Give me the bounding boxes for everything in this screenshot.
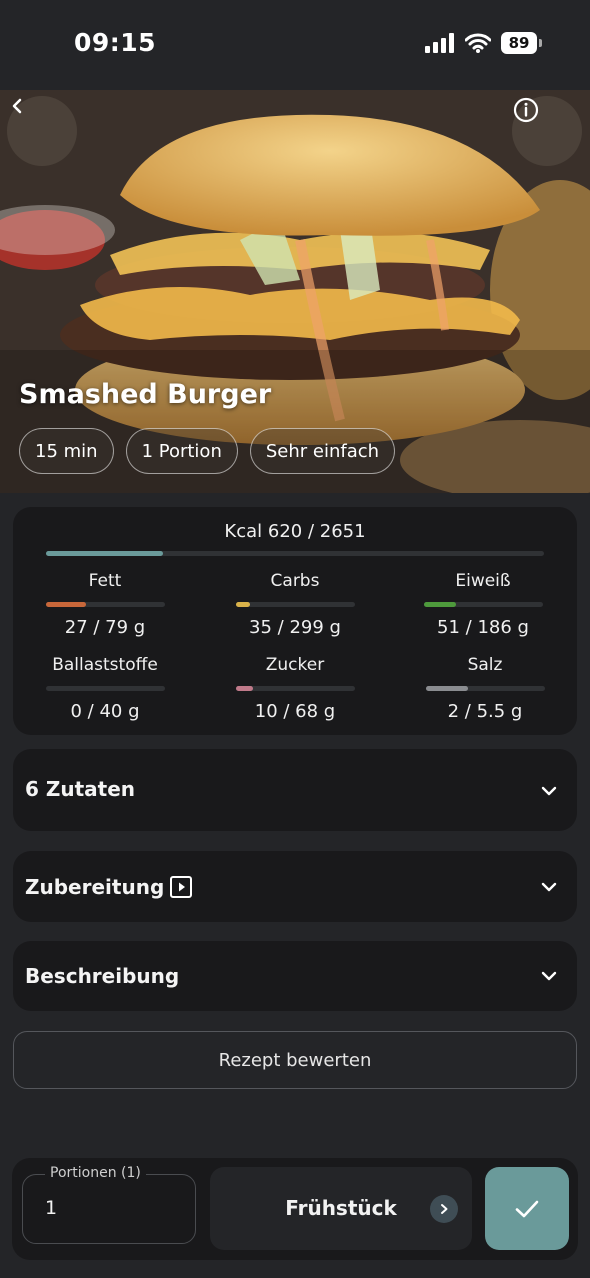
macro-progress-fill	[423, 602, 456, 607]
battery-icon: 89	[501, 32, 542, 54]
status-time: 09:15	[74, 28, 157, 57]
macro-name: Ballaststoffe	[52, 655, 158, 675]
portions-input[interactable]: 1	[45, 1197, 57, 1219]
kcal-progress-bar	[46, 551, 544, 556]
recipe-hero-image: Smashed Burger 15 min 1 Portion Sehr ein…	[0, 90, 590, 493]
status-bar: 09:15 89	[0, 0, 590, 90]
check-icon	[515, 1200, 539, 1217]
meal-select[interactable]: Frühstück	[210, 1167, 472, 1250]
chip-portions: 1 Portion	[125, 428, 238, 474]
description-section[interactable]: Beschreibung	[13, 941, 577, 1011]
recipe-chips: 15 min 1 Portion Sehr einfach	[19, 428, 396, 474]
macro-value: 27 / 79 g	[64, 617, 146, 638]
rate-recipe-button[interactable]: Rezept bewerten	[13, 1031, 577, 1089]
macro-progress-fill	[235, 686, 254, 691]
macro-value: 10 / 68 g	[254, 701, 336, 722]
macro-eiweiss: Eiweiß 51 / 186 g	[413, 571, 553, 638]
chip-difficulty: Sehr einfach	[249, 428, 396, 474]
macro-value: 35 / 299 g	[249, 617, 341, 638]
macro-name: Fett	[88, 571, 122, 591]
macro-progress-fill	[235, 602, 250, 607]
macro-name: Eiweiß	[455, 571, 511, 591]
macro-salz: Salz 2 / 5.5 g	[415, 655, 555, 722]
ingredients-section[interactable]: 6 Zutaten	[13, 749, 577, 831]
macro-name: Salz	[467, 655, 503, 675]
signal-icon	[425, 33, 454, 53]
wifi-icon	[465, 33, 491, 53]
ingredients-title: 6 Zutaten	[25, 777, 136, 801]
bottom-action-bar: Portionen (1) 1 Frühstück	[12, 1158, 578, 1260]
chevron-right-icon	[430, 1195, 458, 1223]
battery-level: 89	[501, 32, 537, 54]
info-icon	[513, 97, 539, 123]
confirm-button[interactable]	[485, 1167, 569, 1250]
macro-progress-fill	[45, 602, 86, 607]
chevron-left-icon	[12, 98, 22, 114]
preparation-title: Zubereitung	[25, 875, 165, 899]
macro-progress-bar	[423, 602, 543, 607]
macro-progress-bar	[45, 602, 165, 607]
kcal-label: Kcal 620 / 2651	[224, 521, 366, 542]
chevron-down-icon	[541, 882, 557, 892]
macro-progress-bar	[235, 602, 355, 607]
chip-duration: 15 min	[19, 428, 114, 474]
play-icon	[170, 876, 192, 898]
macro-zucker: Zucker 10 / 68 g	[225, 655, 365, 722]
portions-label: Portionen (1)	[45, 1165, 146, 1181]
chevron-down-icon	[541, 971, 557, 981]
preparation-section[interactable]: Zubereitung	[13, 851, 577, 922]
macro-progress-fill	[425, 686, 469, 691]
back-button[interactable]	[7, 96, 77, 166]
macro-name: Zucker	[265, 655, 325, 675]
macro-carbs: Carbs 35 / 299 g	[225, 571, 365, 638]
macro-value: 2 / 5.5 g	[447, 701, 523, 722]
portions-field[interactable]: Portionen (1) 1	[22, 1165, 196, 1244]
macro-value: 0 / 40 g	[70, 701, 140, 722]
macro-name: Carbs	[270, 571, 320, 591]
info-button[interactable]	[512, 96, 582, 166]
description-title: Beschreibung	[25, 964, 180, 988]
macro-ballaststoffe: Ballaststoffe 0 / 40 g	[35, 655, 175, 722]
macro-progress-bar	[235, 686, 355, 691]
status-icons: 89	[425, 32, 542, 54]
macro-progress-bar	[425, 686, 545, 691]
macro-value: 51 / 186 g	[437, 617, 529, 638]
macro-progress-bar	[45, 686, 165, 691]
nutrition-card: Kcal 620 / 2651 Fett 27 / 79 g Carbs 35 …	[13, 507, 577, 735]
kcal-progress-fill	[46, 551, 163, 556]
recipe-title: Smashed Burger	[19, 379, 272, 410]
macro-fett: Fett 27 / 79 g	[35, 571, 175, 638]
chevron-down-icon	[541, 786, 557, 796]
